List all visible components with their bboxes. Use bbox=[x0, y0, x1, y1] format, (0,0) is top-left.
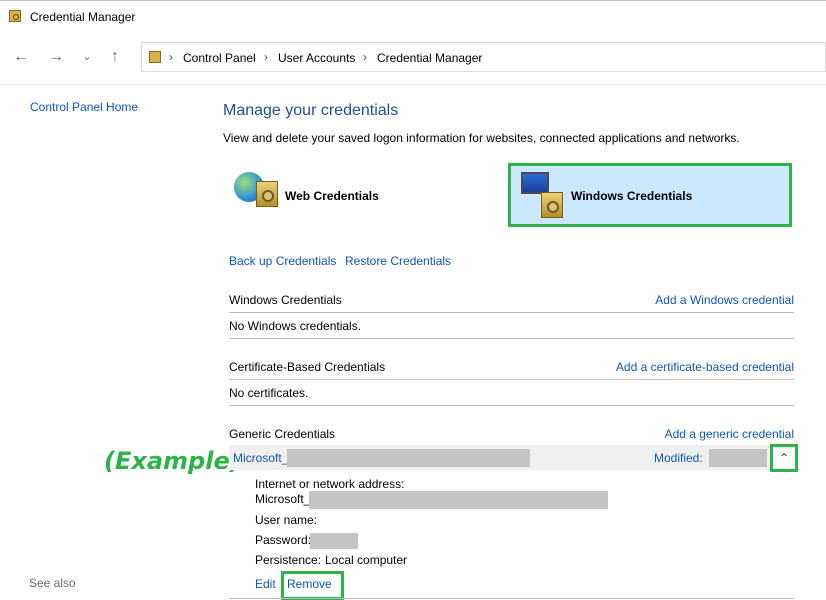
add-windows-credential-link[interactable]: Add a Windows credential bbox=[655, 293, 794, 307]
chevron-right-icon: › bbox=[169, 50, 173, 64]
navigation-bar: ← → ⌄ ↑ › Control Panel › User Accounts … bbox=[0, 32, 826, 85]
windows-credentials-tile[interactable]: Windows Credentials bbox=[508, 163, 792, 227]
section-title: Windows Credentials bbox=[229, 293, 342, 307]
redacted-credential-name bbox=[287, 449, 530, 467]
empty-message: No Windows credentials. bbox=[229, 319, 362, 333]
section-title: Generic Credentials bbox=[229, 427, 336, 441]
breadcrumb-credential-manager[interactable]: Credential Manager bbox=[377, 51, 482, 65]
breadcrumb-user-accounts[interactable]: User Accounts bbox=[278, 51, 355, 65]
see-also-label: See also bbox=[29, 576, 76, 590]
credential-name[interactable]: Microsoft_ bbox=[233, 451, 288, 465]
chevron-down-icon[interactable]: ⌄ bbox=[76, 46, 98, 68]
add-certificate-credential-link[interactable]: Add a certificate-based credential bbox=[616, 360, 794, 374]
chevron-up-icon: ⌃ bbox=[778, 451, 790, 465]
vault-icon bbox=[256, 181, 278, 207]
address-label: Internet or network address: bbox=[255, 477, 405, 491]
page-title: Manage your credentials bbox=[223, 102, 399, 119]
restore-credentials-link[interactable]: Restore Credentials bbox=[345, 254, 451, 268]
redacted-address bbox=[309, 491, 608, 509]
persistence-label: Persistence: bbox=[255, 553, 322, 567]
credential-manager-icon bbox=[9, 10, 21, 22]
arrow-right-icon[interactable]: → bbox=[45, 46, 67, 68]
windows-credentials-empty: No Windows credentials. bbox=[229, 313, 794, 339]
monitor-icon bbox=[521, 172, 549, 194]
divider bbox=[229, 598, 794, 599]
vault-icon bbox=[541, 192, 563, 218]
breadcrumb-control-panel[interactable]: Control Panel bbox=[183, 51, 256, 65]
certificate-credentials-section-header: Certificate-Based Credentials Add a cert… bbox=[229, 354, 794, 380]
persistence-value: Local computer bbox=[325, 553, 408, 567]
example-annotation: (Example) bbox=[104, 447, 241, 475]
window-title: Credential Manager bbox=[30, 10, 136, 24]
generic-credential-row[interactable]: Microsoft_ Modified: bbox=[229, 445, 794, 470]
address-bar[interactable]: › Control Panel › User Accounts › Creden… bbox=[141, 42, 826, 72]
backup-credentials-link[interactable]: Back up Credentials bbox=[229, 254, 336, 268]
chevron-right-icon: › bbox=[363, 50, 367, 64]
redacted-password bbox=[310, 533, 358, 549]
control-panel-icon bbox=[149, 51, 161, 63]
page-subtitle: View and delete your saved logon informa… bbox=[223, 131, 740, 145]
windows-credentials-label: Windows Credentials bbox=[571, 189, 693, 203]
generic-credentials-section-header: Generic Credentials Add a generic creden… bbox=[229, 421, 794, 447]
collapse-button[interactable]: ⌃ bbox=[770, 444, 798, 472]
title-bar: Credential Manager bbox=[0, 0, 826, 33]
chevron-right-icon: › bbox=[264, 50, 268, 64]
modified-label: Modified: bbox=[654, 451, 703, 465]
username-label: User name: bbox=[255, 513, 318, 527]
redacted-modified-date bbox=[709, 449, 767, 467]
web-credentials-label: Web Credentials bbox=[285, 189, 379, 203]
address-value: Microsoft_ bbox=[255, 492, 311, 506]
arrow-left-icon[interactable]: ← bbox=[10, 46, 32, 68]
section-title: Certificate-Based Credentials bbox=[229, 360, 386, 374]
certificate-credentials-empty: No certificates. bbox=[229, 380, 794, 406]
windows-credentials-section-header: Windows Credentials Add a Windows creden… bbox=[229, 287, 794, 313]
empty-message: No certificates. bbox=[229, 386, 309, 400]
add-generic-credential-link[interactable]: Add a generic credential bbox=[665, 427, 794, 441]
web-credentials-tile[interactable]: Web Credentials bbox=[230, 163, 490, 227]
control-panel-home-link[interactable]: Control Panel Home bbox=[30, 100, 138, 114]
edit-link[interactable]: Edit bbox=[255, 577, 276, 591]
remove-link[interactable]: Remove bbox=[287, 577, 332, 591]
password-label: Password: bbox=[255, 533, 312, 547]
arrow-up-icon[interactable]: ↑ bbox=[104, 46, 126, 68]
